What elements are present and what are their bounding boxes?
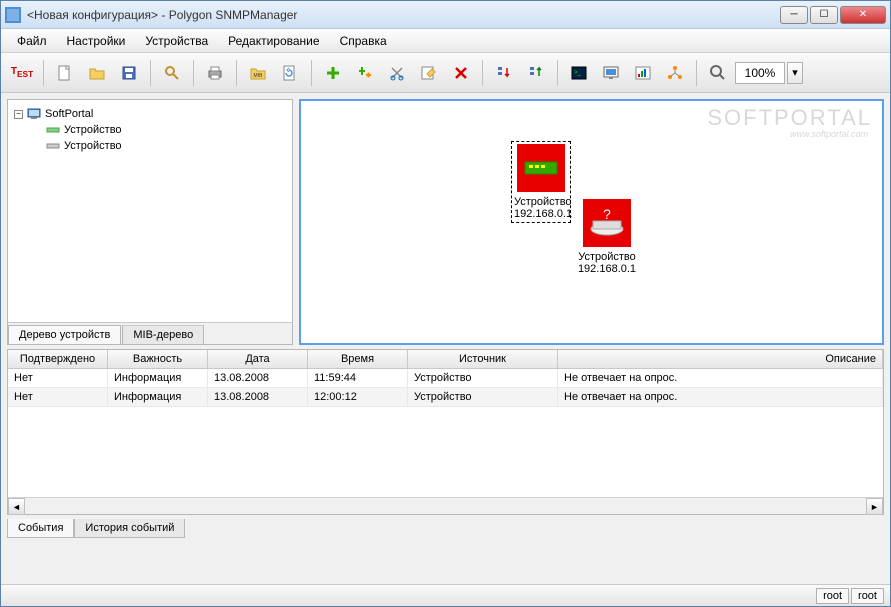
cell-time: 11:59:44 [308, 369, 408, 387]
menu-file[interactable]: Файл [9, 31, 55, 51]
cell-severity: Информация [108, 388, 208, 406]
cell-ack: Нет [8, 388, 108, 406]
grid-scrollbar[interactable]: ◄ ► [8, 497, 883, 514]
cell-severity: Информация [108, 369, 208, 387]
tree-expander-icon[interactable]: − [14, 110, 23, 119]
sort-up-button[interactable] [521, 58, 551, 88]
svg-text:?: ? [603, 207, 611, 222]
grid-row[interactable]: Нет Информация 13.08.2008 12:00:12 Устро… [8, 388, 883, 407]
window-title: <Новая конфигурация> - Polygon SNMPManag… [27, 8, 780, 22]
tree-device-node[interactable]: Устройство [44, 122, 288, 138]
tree-device-label: Устройство [64, 140, 122, 152]
grid-row[interactable]: Нет Информация 13.08.2008 11:59:44 Устро… [8, 369, 883, 388]
col-desc[interactable]: Описание [558, 350, 883, 368]
events-grid: Подтверждено Важность Дата Время Источни… [7, 349, 884, 515]
col-severity[interactable]: Важность [108, 350, 208, 368]
cell-desc: Не отвечает на опрос. [558, 369, 883, 387]
close-button[interactable]: ✕ [840, 6, 886, 24]
cell-desc: Не отвечает на опрос. [558, 388, 883, 406]
tab-events[interactable]: События [7, 519, 74, 538]
edit-button[interactable] [414, 58, 444, 88]
sort-down-button[interactable] [489, 58, 519, 88]
tab-device-tree[interactable]: Дерево устройств [8, 325, 121, 344]
device-tree-panel: − SoftPortal Устройство Устройство Дерев… [7, 99, 293, 345]
scroll-left-icon[interactable]: ◄ [8, 498, 25, 515]
scroll-right-icon[interactable]: ► [866, 498, 883, 515]
open-folder-button[interactable] [82, 58, 112, 88]
cut-button[interactable] [382, 58, 412, 88]
menu-settings[interactable]: Настройки [59, 31, 134, 51]
col-time[interactable]: Время [308, 350, 408, 368]
device-name: Устройство [577, 251, 637, 263]
network-canvas[interactable]: SOFTPORTAL www.softportal.com Устройство… [299, 99, 884, 345]
tree-root-label: SoftPortal [45, 108, 93, 120]
col-date[interactable]: Дата [208, 350, 308, 368]
chart-button[interactable] [628, 58, 658, 88]
cell-date: 13.08.2008 [208, 388, 308, 406]
titlebar: <Новая конфигурация> - Polygon SNMPManag… [1, 1, 890, 29]
menu-devices[interactable]: Устройства [137, 31, 216, 51]
menu-help[interactable]: Справка [332, 31, 395, 51]
console-button[interactable]: >_ [564, 58, 594, 88]
status-user: root [851, 588, 884, 604]
search-button[interactable] [157, 58, 187, 88]
delete-button[interactable] [446, 58, 476, 88]
device-ip: 192.168.0.1 [577, 263, 637, 275]
grid-header: Подтверждено Важность Дата Время Источни… [8, 350, 883, 369]
save-button[interactable] [114, 58, 144, 88]
add-button[interactable] [318, 58, 348, 88]
app-icon [5, 7, 21, 23]
maximize-button[interactable]: ☐ [810, 6, 838, 24]
print-button[interactable] [200, 58, 230, 88]
cell-source: Устройство [408, 388, 558, 406]
zoom-dropdown[interactable]: ▾ [787, 62, 803, 84]
device-ip: 192.168.0.1 [514, 208, 568, 220]
status-user: root [816, 588, 849, 604]
topology-button[interactable] [660, 58, 690, 88]
computer-icon [27, 107, 41, 121]
statusbar: root root [1, 584, 890, 606]
tab-event-history[interactable]: История событий [74, 519, 185, 538]
tree-root-node[interactable]: − SoftPortal [12, 106, 288, 122]
mib-folder-button[interactable]: MIB [243, 58, 273, 88]
canvas-device[interactable]: ? Устройство 192.168.0.1 [577, 199, 637, 275]
refresh-button[interactable] [275, 58, 305, 88]
watermark-url: www.softportal.com [790, 129, 868, 139]
tree-device-label: Устройство [64, 124, 122, 136]
tab-mib-tree[interactable]: MIB-дерево [122, 325, 204, 344]
cell-source: Устройство [408, 369, 558, 387]
device-status-icon [517, 144, 565, 192]
menu-edit[interactable]: Редактирование [220, 31, 327, 51]
add-sub-button[interactable] [350, 58, 380, 88]
canvas-device[interactable]: Устройство 192.168.0.1 [511, 141, 571, 223]
svg-text:MIB: MIB [254, 73, 264, 79]
cell-ack: Нет [8, 369, 108, 387]
menubar: Файл Настройки Устройства Редактирование… [1, 29, 890, 53]
col-source[interactable]: Источник [408, 350, 558, 368]
device-icon [46, 123, 60, 137]
watermark-text: SOFTPORTAL [707, 105, 872, 131]
new-file-button[interactable] [50, 58, 80, 88]
svg-text:>_: >_ [574, 70, 582, 76]
zoom-value[interactable]: 100% [735, 62, 785, 84]
cell-date: 13.08.2008 [208, 369, 308, 387]
test-button[interactable]: TEST [7, 58, 37, 88]
device-icon [46, 139, 60, 153]
device-name: Устройство [514, 196, 568, 208]
device-status-icon: ? [583, 199, 631, 247]
zoom-button[interactable] [703, 58, 733, 88]
monitor-button[interactable] [596, 58, 626, 88]
tree-device-node[interactable]: Устройство [44, 138, 288, 154]
minimize-button[interactable]: ─ [780, 6, 808, 24]
col-ack[interactable]: Подтверждено [8, 350, 108, 368]
toolbar: TEST MIB >_ 100% ▾ [1, 53, 890, 93]
cell-time: 12:00:12 [308, 388, 408, 406]
